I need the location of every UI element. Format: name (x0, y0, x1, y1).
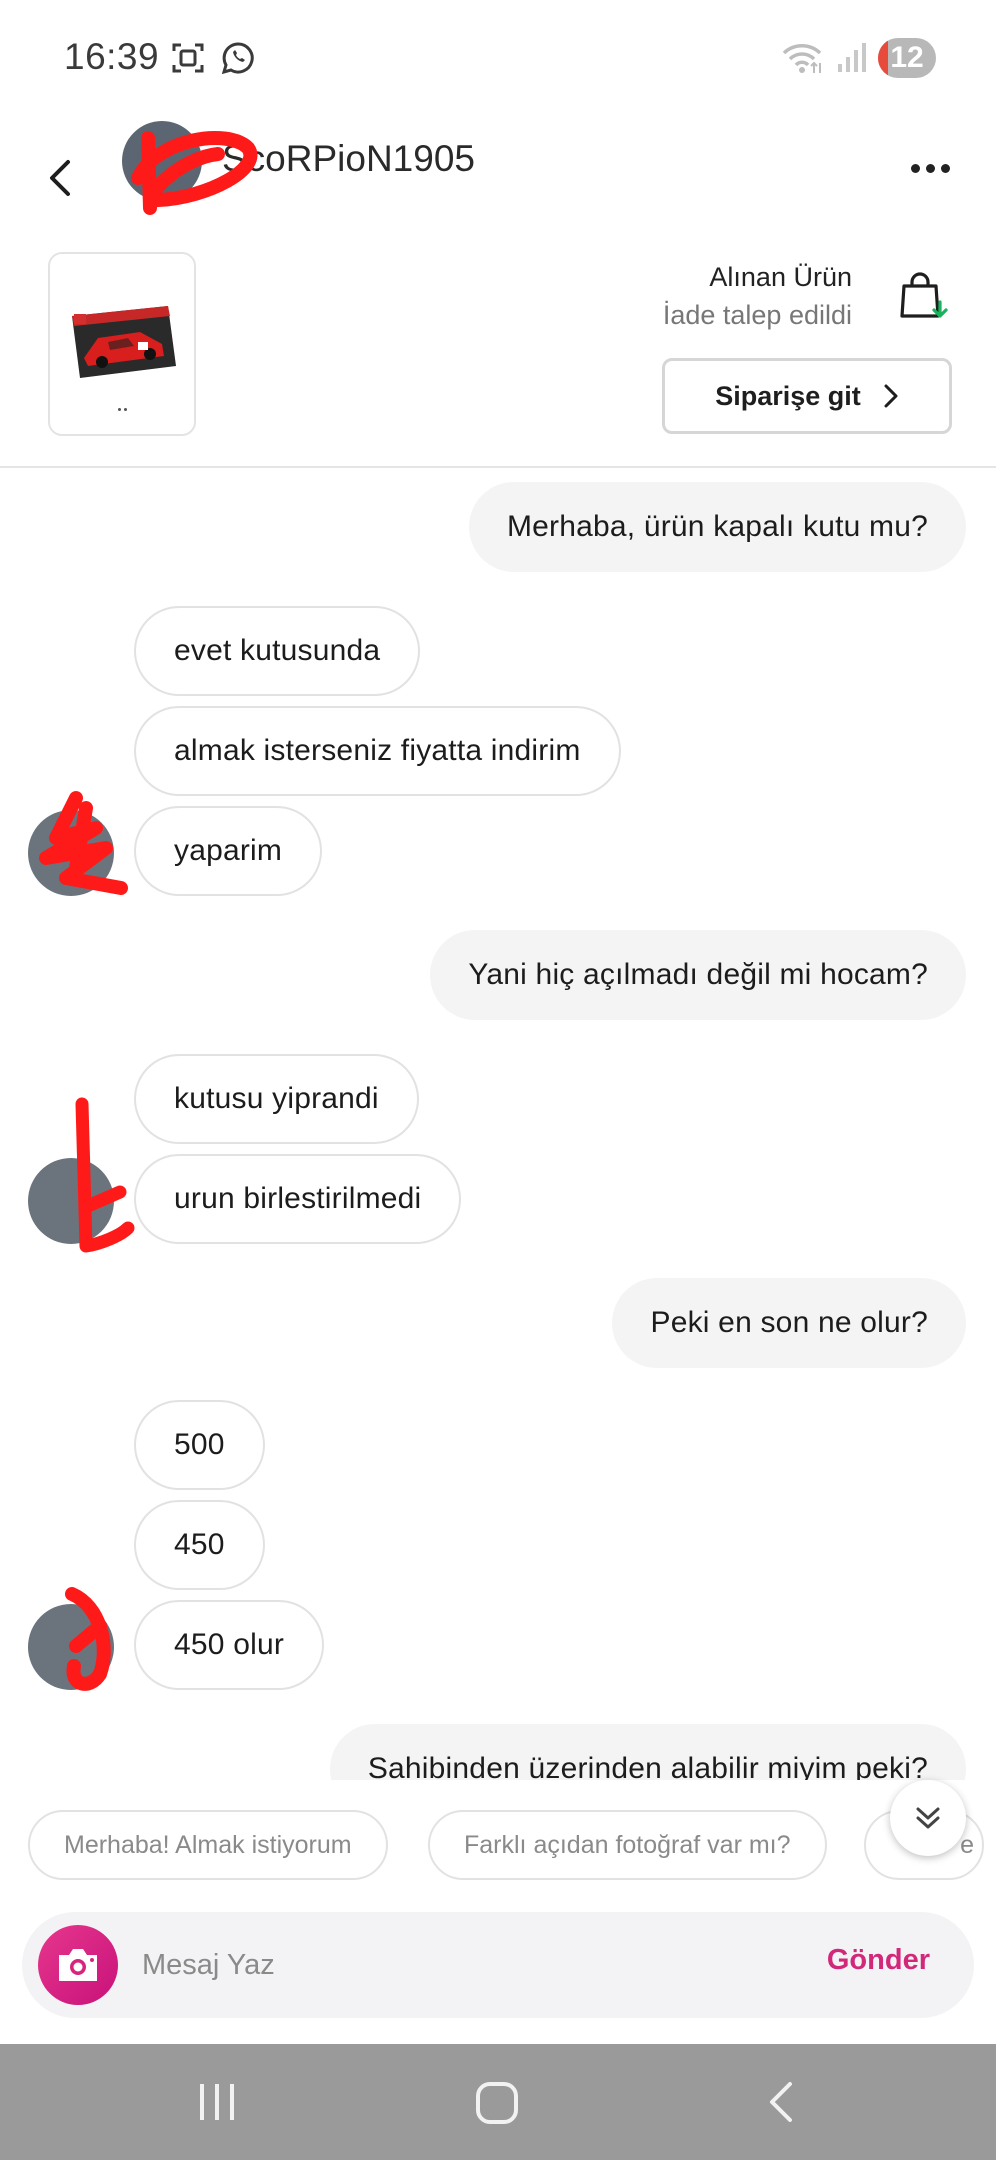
quick-reply-chip[interactable]: Farklı açıdan fotoğraf var mı? (428, 1810, 827, 1880)
message-bubble-outgoing[interactable]: Merhaba, ürün kapalı kutu mu? (468, 482, 966, 572)
product-return-status: İade talep edildi (662, 300, 852, 330)
wifi-icon (782, 44, 822, 73)
message-bubble-incoming[interactable]: 500 (134, 1400, 265, 1490)
scroll-to-bottom-button[interactable] (890, 1780, 966, 1856)
chevron-right-icon (884, 384, 898, 408)
quick-reply-chip[interactable]: Merhaba! Almak istiyorum (28, 1810, 388, 1880)
quick-reply-chip-label: e (960, 1830, 974, 1859)
system-navigation-bar (0, 2044, 996, 2160)
battery-badge: 12 (878, 38, 936, 78)
message-bubble-incoming[interactable]: almak isterseniz fiyatta indirim (134, 706, 621, 796)
signal-icon (838, 43, 866, 72)
go-to-order-button[interactable]: Siparişe git (662, 358, 952, 434)
status-notification-icons (170, 40, 256, 76)
go-to-order-label: Siparişe git (715, 380, 861, 411)
chat-header: ScoRPioN1905 (0, 118, 996, 248)
nav-back-icon[interactable] (760, 2080, 804, 2124)
chat-messages[interactable]: Merhaba, ürün kapalı kutu mu? evet kutus… (0, 470, 996, 1780)
product-card: Alınan Ürün İade talep edildi Siparişe g… (0, 248, 996, 468)
product-thumbnail[interactable] (48, 252, 196, 436)
double-chevron-down-icon (916, 1807, 940, 1829)
redaction-scribble (65, 1587, 111, 1691)
status-system-icons: 12 (780, 38, 936, 78)
recent-apps-button[interactable] (200, 2084, 234, 2120)
screenshot-icon (172, 43, 204, 73)
message-input[interactable] (142, 1932, 702, 1998)
camera-icon (59, 1949, 97, 1981)
message-bubble-incoming[interactable]: 450 (134, 1500, 265, 1590)
back-button[interactable] (38, 138, 82, 218)
message-bubble-incoming[interactable]: evet kutusunda (134, 606, 421, 696)
redaction-scribble (39, 791, 128, 895)
quick-replies: Merhaba! Almak istiyorum Farklı açıdan f… (0, 1806, 996, 1884)
message-bubble-incoming[interactable]: kutusu yiprandi (134, 1054, 419, 1144)
redaction-scribble (75, 1097, 135, 1253)
message-bubble-outgoing[interactable]: Yani hiç açılmadı değil mi hocam? (430, 930, 966, 1020)
chevron-left-icon (50, 160, 70, 196)
camera-button[interactable] (38, 1925, 118, 2005)
message-bubble-outgoing[interactable]: Sahibinden üzerinden alabilir miyim peki… (329, 1724, 966, 1780)
redaction-scribble (131, 131, 258, 215)
message-bubble-incoming[interactable]: urun birlestirilmedi (134, 1154, 462, 1244)
message-bubble-incoming[interactable]: yaparim (134, 806, 323, 896)
more-options-button[interactable] (902, 153, 958, 183)
message-bubble-incoming[interactable]: 450 olur (134, 1600, 325, 1690)
send-button[interactable]: Gönder (827, 1944, 930, 1977)
shopping-bag-icon (900, 272, 948, 318)
status-time: 16:39 (64, 36, 160, 77)
whatsapp-icon (221, 42, 254, 75)
status-bar: 16:39 12 (0, 0, 996, 118)
message-bubble-outgoing[interactable]: Peki en son ne olur? (612, 1278, 966, 1368)
message-composer: Gönder (22, 1912, 974, 2018)
home-button[interactable] (476, 2082, 518, 2124)
product-title: Alınan Ürün (709, 262, 852, 292)
